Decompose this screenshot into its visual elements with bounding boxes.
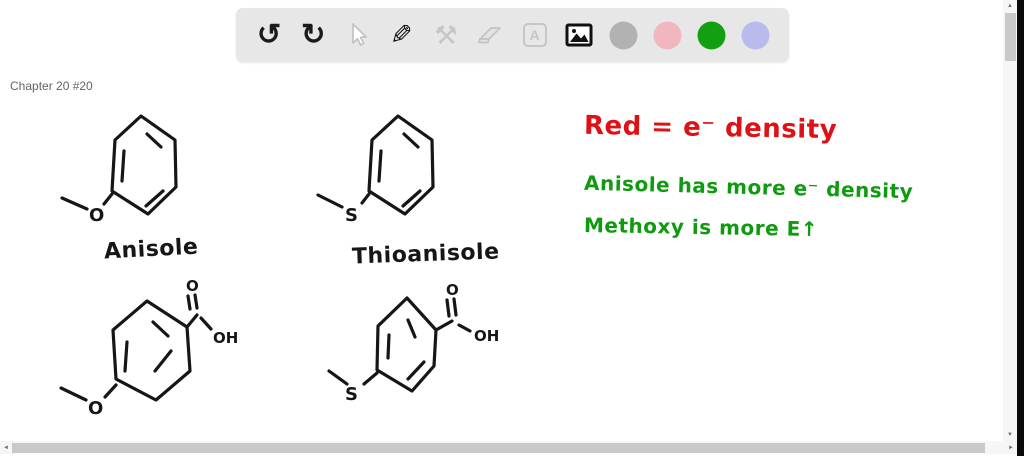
structure-anisole: O (60, 114, 178, 226)
gray-color-dot (609, 21, 638, 49)
structure-thioanisole: S (316, 114, 435, 226)
color-swatch-lavender[interactable] (739, 18, 773, 52)
lavender-color-dot (741, 21, 770, 49)
thioanisole-caption: Thioanisole (351, 239, 500, 270)
vertical-scrollbar[interactable]: ▲ ▼ (1003, 0, 1017, 441)
green-color-dot (697, 21, 726, 49)
hydroxyl-label: OH (213, 329, 238, 347)
red-density-note: Red = e⁻ density (583, 110, 838, 146)
carbonyl-oxygen-label: O (446, 281, 459, 299)
scroll-right-arrow[interactable]: ► (1005, 441, 1017, 454)
right-edge-bar (1017, 0, 1024, 456)
scroll-down-arrow[interactable]: ▼ (1003, 429, 1017, 441)
scroll-left-arrow[interactable]: ◄ (0, 441, 12, 454)
utilities-button[interactable]: ⚒ (429, 18, 463, 52)
undo-icon: ↺ (256, 18, 282, 51)
hydroxyl-label: OH (474, 327, 499, 345)
select-button[interactable] (341, 18, 375, 52)
scroll-up-arrow[interactable]: ▲ (1003, 0, 1017, 12)
structure-methoxybenzoic-acid: O OH O (59, 277, 238, 419)
drawing-canvas[interactable]: O S O OH O O OH S (0, 0, 1024, 456)
horizontal-scrollbar[interactable]: ◄ ► (0, 441, 1017, 454)
anisole-oxygen-label: O (89, 205, 104, 226)
eraser-icon (478, 27, 502, 44)
thioanisole-sulfur-label: S (345, 205, 358, 226)
drawing-toolbar: ↺ ↻ ✎ ⚒ A (236, 8, 789, 62)
green-note-line2: Methoxy is more E↑ (583, 212, 819, 242)
carbonyl-oxygen-label: O (186, 277, 199, 295)
pen-button[interactable]: ✎ (385, 18, 419, 52)
text-icon: A (522, 23, 547, 47)
vertical-scrollbar-thumb[interactable] (1004, 13, 1016, 61)
color-swatch-pink[interactable] (650, 18, 684, 52)
page-title: Chapter 20 #20 (10, 79, 93, 93)
pink-color-dot (653, 21, 682, 49)
structure-methylthiobenzoic-acid: O OH S (327, 281, 499, 405)
pencil-icon: ✎ (390, 19, 414, 50)
color-swatch-green[interactable] (695, 18, 729, 52)
redo-icon: ↻ (301, 18, 326, 51)
cursor-icon (351, 23, 367, 46)
image-button[interactable] (562, 18, 596, 52)
ether-oxygen-label: O (88, 398, 103, 419)
green-note-line1: Anisole has more e⁻ density (583, 170, 914, 204)
text-icon-letter: A (529, 27, 540, 43)
horizontal-scrollbar-thumb[interactable] (12, 442, 985, 453)
tools-icon: ⚒ (434, 20, 458, 50)
undo-button[interactable]: ↺ (252, 18, 286, 52)
whiteboard-app: ↺ ↻ ✎ ⚒ A Chapter 20 #20 O S O OH O O OH… (0, 0, 1024, 456)
text-button[interactable]: A (518, 18, 552, 52)
eraser-button[interactable] (473, 18, 507, 52)
redo-button[interactable]: ↻ (296, 18, 330, 52)
color-swatch-gray[interactable] (606, 18, 640, 52)
thioether-sulfur-label: S (345, 384, 358, 405)
image-icon (565, 23, 593, 47)
anisole-caption: Anisole (103, 234, 199, 265)
